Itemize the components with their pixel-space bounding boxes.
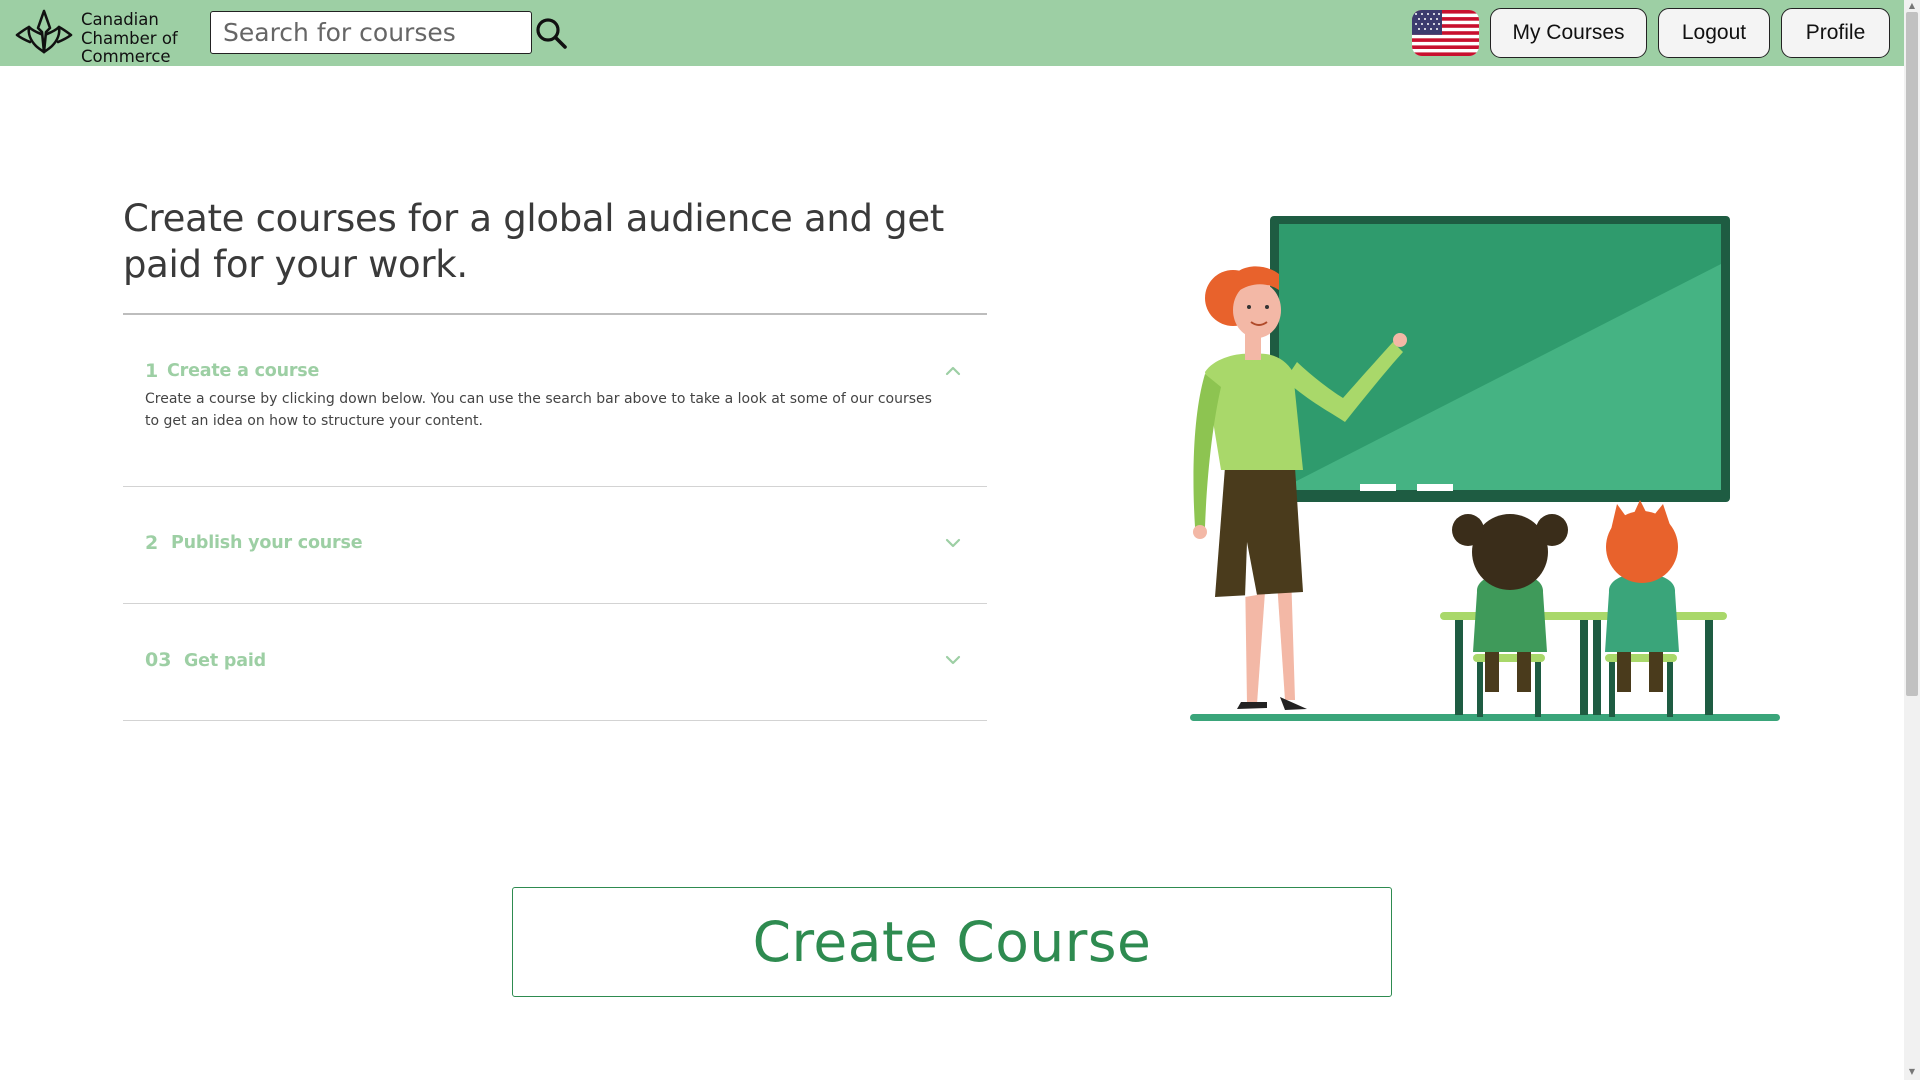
- step-number: 03: [145, 649, 172, 671]
- top-navigation-bar: Canadian Chamber of Commerce Search for …: [0, 0, 1904, 66]
- scroll-down-arrow-icon[interactable]: ▼: [1908, 1068, 1916, 1076]
- search-button[interactable]: [534, 16, 568, 50]
- profile-button[interactable]: Profile: [1781, 8, 1890, 58]
- step-number: 2: [145, 532, 159, 554]
- step-description: Create a course by clicking down below. …: [145, 391, 932, 429]
- chevron-down-icon[interactable]: [945, 655, 961, 665]
- step-title: Create a course: [167, 361, 320, 381]
- teacher-illustration: [1190, 216, 1780, 721]
- chevron-down-icon[interactable]: [945, 538, 961, 548]
- accordion-item-get-paid[interactable]: 03 Get paid: [123, 604, 987, 720]
- step-number: 1: [145, 360, 159, 382]
- step-title: Publish your course: [171, 533, 363, 553]
- search-icon: [536, 18, 567, 49]
- accordion-item-create-course[interactable]: 1 Create a course Create a course by cli…: [123, 315, 987, 485]
- student-boy-figure: [1605, 500, 1679, 717]
- scroll-up-arrow-icon[interactable]: ▲: [1908, 2, 1916, 10]
- scrollbar-thumb[interactable]: [1906, 12, 1918, 696]
- hero-headline: Create courses for a global audience and…: [123, 197, 944, 286]
- step-title: Get paid: [184, 651, 266, 671]
- my-courses-button[interactable]: My Courses: [1490, 8, 1647, 58]
- accordion-item-publish-course[interactable]: 2 Publish your course: [123, 487, 987, 603]
- language-selector[interactable]: [1412, 10, 1479, 56]
- course-search-input[interactable]: [210, 11, 532, 54]
- us-flag-icon: [1412, 10, 1479, 56]
- logout-button[interactable]: Logout: [1658, 8, 1770, 58]
- chevron-up-icon[interactable]: [945, 366, 961, 376]
- floor-line: [1190, 714, 1780, 721]
- create-course-button[interactable]: Create Course: [512, 887, 1392, 997]
- accordion-divider: [123, 720, 987, 721]
- maple-leaf-logo-icon: [15, 9, 73, 54]
- chalkboard-icon: [1270, 216, 1730, 502]
- logo-wordmark: Canadian Chamber of Commerce: [81, 10, 178, 66]
- site-logo[interactable]: Canadian Chamber of Commerce: [14, 8, 184, 66]
